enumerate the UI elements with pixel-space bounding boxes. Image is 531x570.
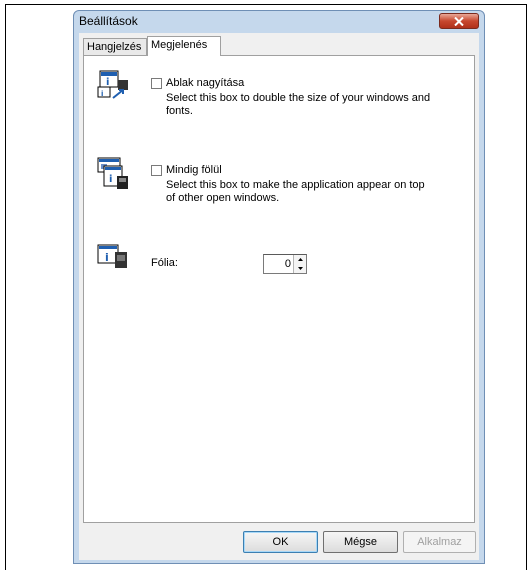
tab-panel-megjelenes: i i Ablak nagyítása Select this box to d… [83, 55, 475, 523]
always-on-top-description: Select this box to make the application … [166, 179, 425, 204]
dialog-title: Beállítások [79, 14, 138, 28]
foil-value[interactable]: 0 [285, 258, 291, 270]
foil-spinner[interactable]: 0 [263, 254, 307, 274]
magnify-description: Select this box to double the size of yo… [166, 92, 431, 117]
tab-megjelenes[interactable]: Megjelenés [147, 36, 221, 56]
arrow-down-icon [297, 267, 303, 270]
frame-top-border [5, 4, 527, 5]
tab-hangjelzes[interactable]: Hangjelzés [83, 38, 147, 55]
tab-label: Megjelenés [151, 39, 208, 51]
spinner-down-button[interactable] [294, 264, 306, 273]
svg-text:i: i [106, 77, 109, 88]
arrow-up-icon [297, 258, 303, 261]
title-bar[interactable]: Beállítások [74, 11, 484, 31]
svg-text:i: i [101, 90, 103, 98]
apply-button[interactable]: Alkalmaz [403, 531, 476, 553]
settings-dialog: Beállítások Hangjelzés Megjelenés i i Ab… [73, 10, 485, 564]
stacked-windows-icon: i [97, 157, 128, 189]
always-on-top-checkbox[interactable] [151, 165, 162, 176]
info-foil-icon: i [97, 244, 127, 268]
cancel-button[interactable]: Mégse [323, 531, 398, 553]
spinner-buttons [293, 255, 306, 273]
svg-text:i: i [109, 174, 112, 185]
magnify-label[interactable]: Ablak nagyítása [166, 77, 244, 89]
tab-label: Hangjelzés [87, 41, 142, 53]
foil-label: Fólia: [151, 257, 178, 269]
close-icon [454, 16, 464, 26]
frame-right-border [526, 4, 527, 570]
svg-text:i: i [105, 251, 109, 264]
dialog-client-area: Hangjelzés Megjelenés i i Ablak nagyítás… [79, 33, 479, 560]
always-on-top-label[interactable]: Mindig fölül [166, 164, 222, 176]
close-button[interactable] [439, 13, 479, 29]
ok-button[interactable]: OK [243, 531, 318, 553]
frame-left-border [5, 4, 6, 570]
magnify-window-icon: i i [97, 70, 128, 99]
magnify-checkbox[interactable] [151, 78, 162, 89]
